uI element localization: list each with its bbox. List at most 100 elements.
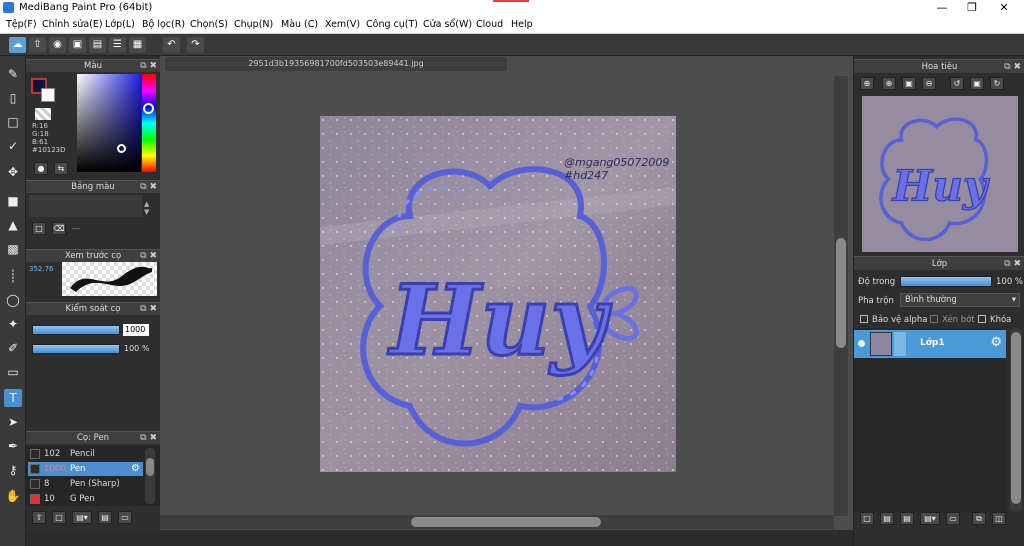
comment-icon[interactable]: ◉ [49,37,66,53]
layer-list-scrollbar[interactable] [1010,328,1022,512]
brush-menu-icon[interactable]: ▤▾ [72,511,92,524]
panel-buttons[interactable]: ⧉ ✖ [1004,257,1021,271]
rectangle-tool-icon[interactable]: □ [4,113,22,131]
artwork-canvas[interactable]: Huy @mgang05072009 #hd247 [320,116,676,472]
share-icon[interactable]: ⇧ [29,37,46,53]
close-icon[interactable]: ✕ [989,0,1019,16]
blend-mode-select[interactable]: Bình thường ▾ [900,293,1020,307]
canvas-horizontal-scrollbar[interactable] [160,515,834,529]
menu-window[interactable]: Cửa sổ(W) [423,19,472,30]
brush-list-scroll-thumb[interactable] [146,458,154,476]
layer-settings-gear-icon[interactable]: ⚙ [990,335,1002,350]
brush-doc-icon[interactable]: ▤ [98,511,112,524]
layer-row[interactable]: Lớp1 ⚙ [854,330,1006,358]
delete-palette-icon[interactable]: ⌫ [52,222,66,235]
brush-settings-gear-icon[interactable]: ⚙ [131,462,140,476]
brush-opacity-slider[interactable] [32,344,120,354]
brush-size-slider[interactable] [32,325,120,335]
navigator-preview[interactable]: Huy [862,96,1018,252]
duplicate-layer-icon[interactable]: ⧉ [972,512,986,525]
new-layer-icon[interactable]: □ [860,512,874,525]
menu-color[interactable]: Màu (C) [281,19,318,30]
transparent-color-swatch[interactable] [35,108,51,120]
palette-scroll-arrows[interactable]: ▲ ▼ [144,200,149,216]
brush-item-pen[interactable]: 1000 Pen ⚙ [28,462,143,476]
brush-item-pen-sharp[interactable]: 8 Pen (Sharp) [28,477,143,491]
merge-layer-icon[interactable]: ◫ [992,512,1006,525]
brush-item-pencil[interactable]: 102 Pencil [28,447,143,461]
add-brush-icon[interactable]: ⇧ [32,511,46,524]
brush-item-g-pen[interactable]: 10 G Pen [28,492,143,506]
select-tool-icon[interactable]: ┊ [4,267,22,285]
hand-tool-icon[interactable]: ✋ [4,487,22,505]
new-brush-icon[interactable]: □ [52,511,66,524]
brush-size-value[interactable]: 1000 [123,324,149,336]
rotate-left-icon[interactable]: ↺ [950,77,964,90]
vertical-scroll-thumb[interactable] [836,238,846,348]
layer-opacity-slider[interactable] [900,276,992,287]
brush-folder-icon[interactable]: ▭ [118,511,132,524]
brush-tool-icon[interactable]: ✎ [4,65,22,83]
menu-layer[interactable]: Lớp(L) [105,19,135,30]
menu-tools[interactable]: Công cụ(T) [366,19,418,30]
fill-shape-tool-icon[interactable]: ■ [4,192,22,210]
menu-select[interactable]: Chọn(S) [190,19,228,30]
document-icon[interactable]: ▤ [89,37,106,53]
zoom-in-icon[interactable]: ⊕ [882,77,896,90]
new-8bit-layer-icon[interactable]: ▤ [900,512,914,525]
zoom-fit-icon[interactable]: ⊕ [860,77,874,90]
eraser-tool-icon[interactable]: ▯ [4,89,22,107]
menu-filter[interactable]: Bộ lọc(R) [142,19,185,30]
clipping-checkbox[interactable] [930,315,938,323]
operation-tool-icon[interactable]: ➤ [4,413,22,431]
lock-checkbox[interactable] [978,315,986,323]
menu-view[interactable]: Xem(V) [325,19,360,30]
menu-edit[interactable]: Chỉnh sửa(E) [42,19,103,30]
bucket-tool-icon[interactable]: ▲ [4,216,22,234]
background-color-swatch[interactable] [41,88,55,102]
eyedropper-icon[interactable]: ✒ [4,437,22,455]
restore-icon[interactable]: ❐ [957,0,987,16]
panel-buttons[interactable]: ⧉ ✖ [140,60,157,73]
menu-help[interactable]: Help [511,19,533,30]
brush-list-scrollbar[interactable] [145,448,155,504]
horizontal-scroll-thumb[interactable] [411,517,601,527]
grid-icon[interactable]: ▦ [129,37,146,53]
menu-file[interactable]: Tệp(F) [6,19,37,30]
actual-size-icon[interactable]: ▣ [902,77,916,90]
minimize-icon[interactable]: — [927,0,957,16]
eye-icon[interactable] [858,340,865,347]
color-sv-picker[interactable] [77,74,141,172]
color-dot-button[interactable]: ● [34,162,48,175]
text-tool-icon[interactable]: T [4,389,22,407]
layer-folder-icon[interactable]: ▭ [946,512,960,525]
canvas-vertical-scrollbar[interactable] [834,76,848,516]
gradient-tool-icon[interactable]: ▩ [4,240,22,258]
magic-wand-icon[interactable]: ✦ [4,315,22,333]
flip-icon[interactable]: ▣ [970,77,984,90]
new-palette-icon[interactable]: □ [32,222,46,235]
select-pen-icon[interactable]: ✐ [4,339,22,357]
panel-buttons[interactable]: ⧉ ✖ [140,432,157,445]
protect-alpha-checkbox[interactable] [860,315,868,323]
lasso-tool-icon[interactable]: ◯ [4,291,22,309]
select-eraser-icon[interactable]: ▭ [4,363,22,381]
layer-scroll-thumb[interactable] [1011,332,1021,504]
menu-capture[interactable]: Chụp(N) [234,19,273,30]
hue-slider[interactable] [142,74,156,172]
hue-cursor[interactable] [143,103,154,114]
undo-icon[interactable]: ↶ [163,37,180,53]
redo-icon[interactable]: ↷ [187,37,204,53]
sv-cursor[interactable] [117,144,126,153]
panel-buttons[interactable]: ⧉ ✖ [140,303,157,316]
menu-cloud[interactable]: Cloud [476,19,503,30]
move-tool-icon[interactable]: ✥ [4,163,22,181]
dropper-icon[interactable]: ⚷ [4,461,22,479]
panel-buttons[interactable]: ⧉ ✖ [140,181,157,194]
rotate-right-icon[interactable]: ↻ [990,77,1004,90]
color-swap-button[interactable]: ⇆ [54,162,68,175]
list-icon[interactable]: ☰ [109,37,126,53]
page-icon[interactable]: ▣ [69,37,86,53]
new-halftone-layer-icon[interactable]: ▤ [880,512,894,525]
document-tab[interactable]: 2951d3b19356981700fd503503e89441.jpg [165,57,507,71]
